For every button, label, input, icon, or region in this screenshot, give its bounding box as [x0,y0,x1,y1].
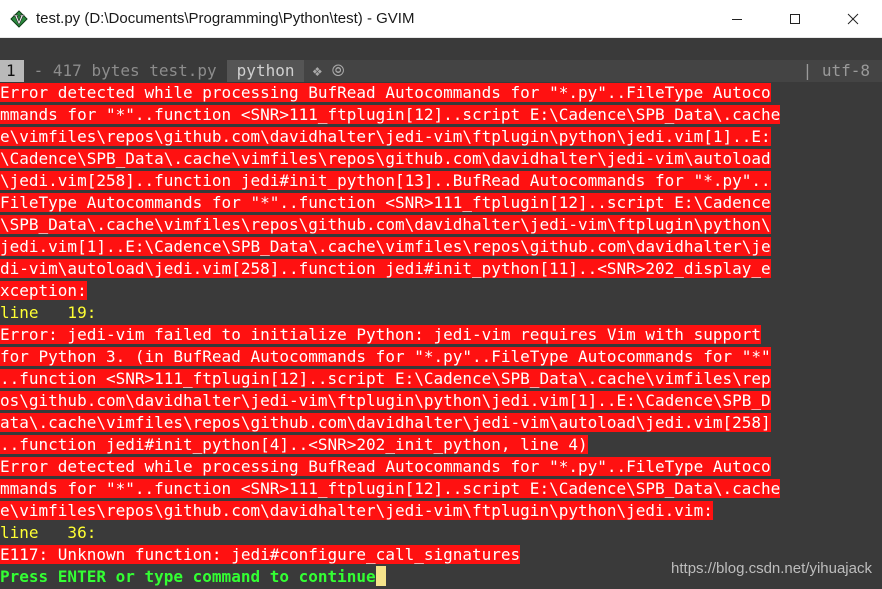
message-line: Error detected while processing BufRead … [0,456,882,478]
message-line: FileType Autocommands for "*"..function … [0,192,882,214]
error-text: FileType Autocommands for "*"..function … [0,193,771,212]
message-area: Error detected while processing BufRead … [0,82,882,588]
error-text: Error detected while processing BufRead … [0,457,771,476]
error-text: \Cadence\SPB_Data\.cache\vimfiles\repos\… [0,149,771,168]
error-text: ata\.cache\vimfiles\repos\github.com\dav… [0,413,771,432]
error-text: mmands for "*"..function <SNR>111_ftplug… [0,479,781,498]
message-line: \SPB_Data\.cache\vimfiles\repos\github.c… [0,214,882,236]
error-text: ..function <SNR>111_ftplugin[12]..script… [0,369,771,388]
text-cursor [375,566,386,586]
message-line: Error: jedi-vim failed to initialize Pyt… [0,324,882,346]
status-icons: ❖ ⦾ [312,61,345,80]
message-line: jedi.vim[1]..E:\Cadence\SPB_Data\.cache\… [0,236,882,258]
line-number-text: line 36: [0,523,97,542]
error-text: e\vimfiles\repos\github.com\davidhalter\… [0,127,771,146]
message-line: ..function <SNR>111_ftplugin[12]..script… [0,368,882,390]
error-text: \jedi.vim[258]..function jedi#init_pytho… [0,171,771,190]
line-number-text: line 19: [0,303,97,322]
maximize-button[interactable] [766,0,824,38]
close-button[interactable] [824,0,882,38]
status-encoding: | utf-8 [802,61,870,80]
error-text: \SPB_Data\.cache\vimfiles\repos\github.c… [0,215,771,234]
minimize-icon [732,19,742,20]
error-text: ..function jedi#init_python[4]..<SNR>202… [0,435,588,454]
message-line: Error detected while processing BufRead … [0,82,882,104]
watermark: https://blog.csdn.net/yihuajack [671,560,872,577]
message-line: di-vim\autoload\jedi.vim[258]..function … [0,258,882,280]
message-line: ata\.cache\vimfiles\repos\github.com\dav… [0,412,882,434]
error-text: Error detected while processing BufRead … [0,83,771,102]
message-line: os\github.com\davidhalter\jedi-vim\ftplu… [0,390,882,412]
vim-icon [10,9,28,28]
error-text: e\vimfiles\repos\github.com\davidhalter\… [0,501,713,520]
message-line: \Cadence\SPB_Data\.cache\vimfiles\repos\… [0,148,882,170]
gvim-window: test.py (D:\Documents\Programming\Python… [0,0,882,589]
error-text: di-vim\autoload\jedi.vim[258]..function … [0,259,771,278]
message-line: mmands for "*"..function <SNR>111_ftplug… [0,478,882,500]
message-line: mmands for "*"..function <SNR>111_ftplug… [0,104,882,126]
status-line: 1 - 417 bytes test.py python ❖ ⦾ | utf-8 [0,60,882,82]
error-text: jedi.vim[1]..E:\Cadence\SPB_Data\.cache\… [0,237,771,256]
message-line: e\vimfiles\repos\github.com\davidhalter\… [0,500,882,522]
window-controls [708,0,882,38]
status-line-number: 1 [0,60,24,82]
error-text: E117: Unknown function: jedi#configure_c… [0,545,521,564]
message-line: \jedi.vim[258]..function jedi#init_pytho… [0,170,882,192]
message-line: for Python 3. (in BufRead Autocommands f… [0,346,882,368]
close-icon [847,13,859,25]
error-text: xception: [0,281,87,300]
message-line: e\vimfiles\repos\github.com\davidhalter\… [0,126,882,148]
prompt-text: Press ENTER or type command to continue [0,567,376,586]
error-text: mmands for "*"..function <SNR>111_ftplug… [0,105,781,124]
status-filetype: python [226,60,305,82]
minimize-button[interactable] [708,0,766,38]
status-file-info: - 417 bytes test.py [23,60,227,82]
message-line: xception: [0,280,882,302]
maximize-icon [790,14,800,24]
window-title: test.py (D:\Documents\Programming\Python… [36,10,415,27]
error-text: os\github.com\davidhalter\jedi-vim\ftplu… [0,391,771,410]
message-line: line 19: [0,302,882,324]
error-text: Error: jedi-vim failed to initialize Pyt… [0,325,761,344]
error-text: for Python 3. (in BufRead Autocommands f… [0,347,771,366]
message-line: line 36: [0,522,882,544]
title-bar[interactable]: test.py (D:\Documents\Programming\Python… [0,0,882,38]
message-line: ..function jedi#init_python[4]..<SNR>202… [0,434,882,456]
